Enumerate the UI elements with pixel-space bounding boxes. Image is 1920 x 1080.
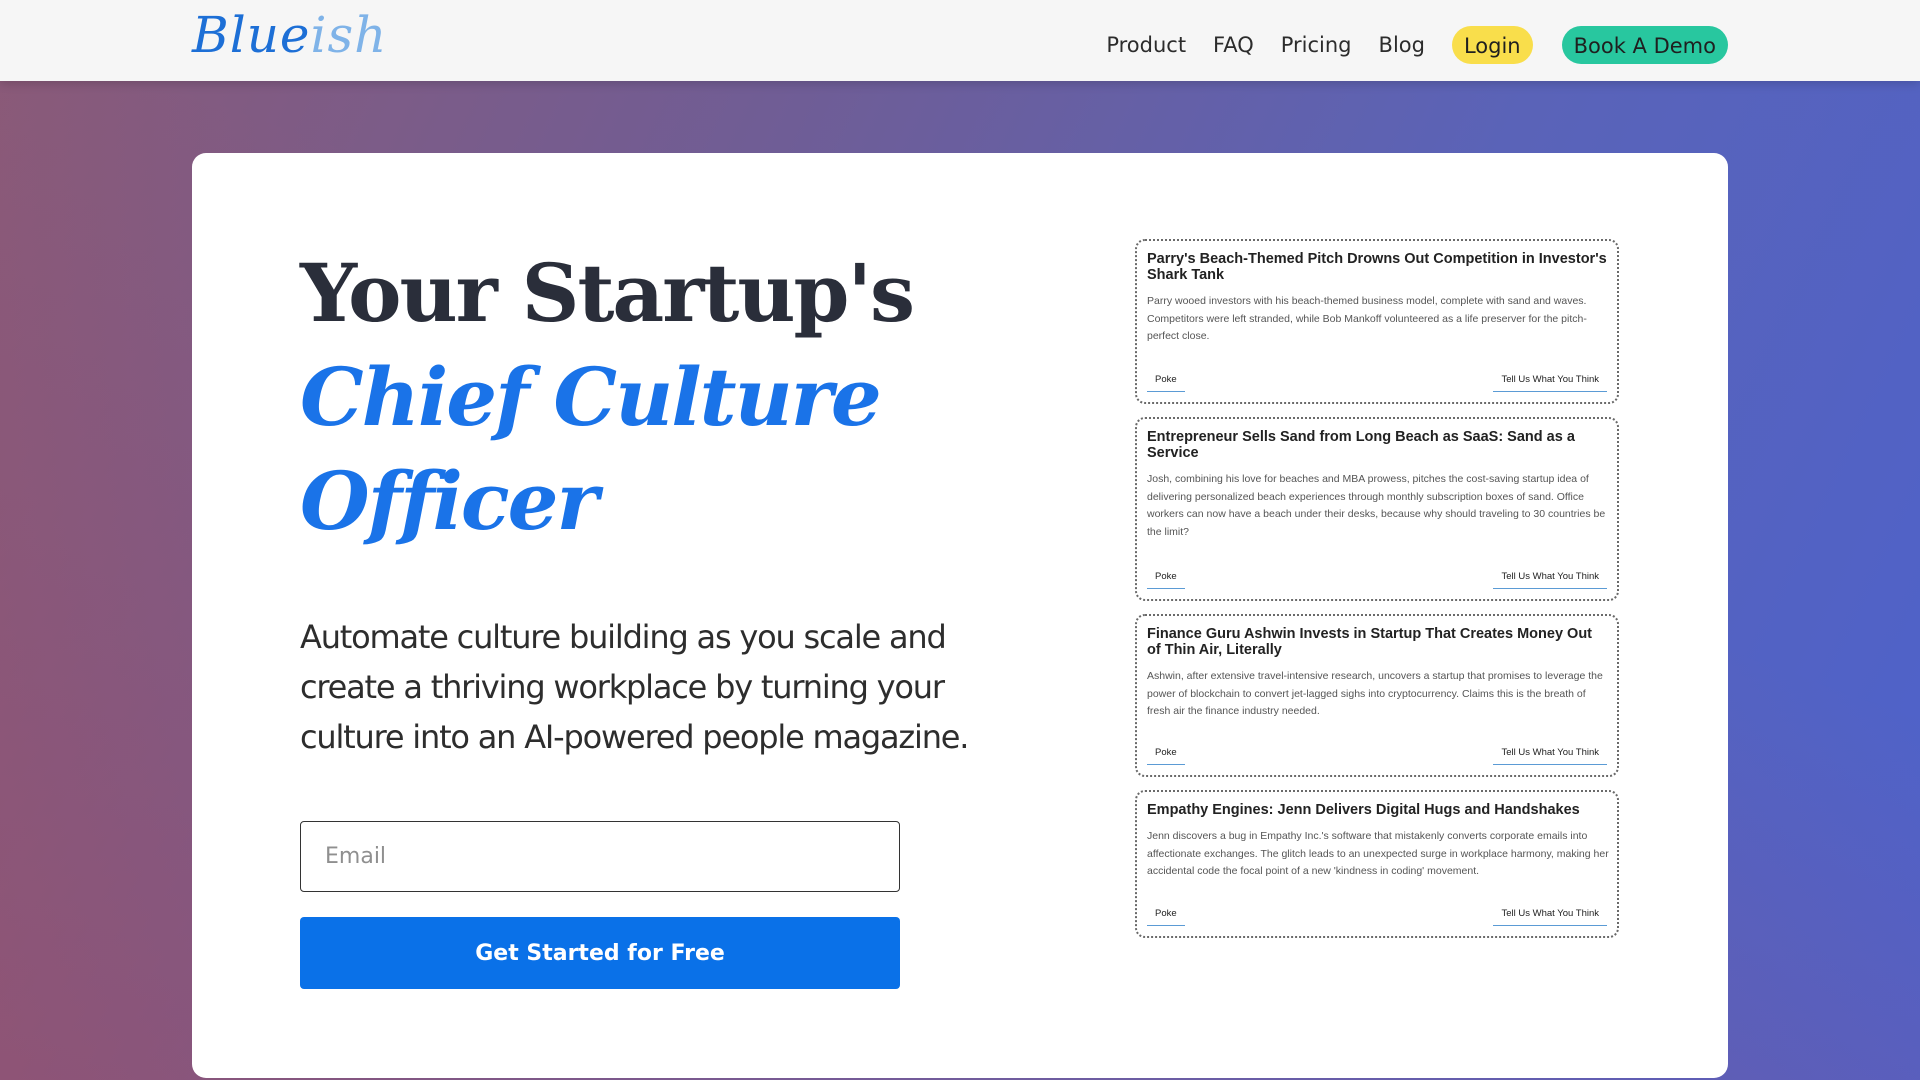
book-demo-button[interactable]: Book A Demo (1561, 26, 1728, 64)
poke-button[interactable]: Poke (1147, 571, 1185, 589)
feedback-button[interactable]: Tell Us What You Think (1493, 747, 1607, 765)
poke-button[interactable]: Poke (1147, 374, 1185, 392)
hero-subtext: Automate culture building as you scale a… (300, 618, 969, 756)
article-actions: Poke Tell Us What You Think (1147, 571, 1607, 589)
feedback-button[interactable]: Tell Us What You Think (1493, 908, 1607, 926)
logo-text-tail: ish (310, 6, 388, 64)
login-button[interactable]: Login (1451, 26, 1533, 64)
article-title: Finance Guru Ashwin Invests in Startup T… (1147, 626, 1593, 658)
nav-pricing[interactable]: Pricing (1281, 33, 1352, 57)
article-title: Parry's Beach-Themed Pitch Drowns Out Co… (1147, 251, 1607, 283)
article-title: Empathy Engines: Jenn Delivers Digital H… (1147, 802, 1580, 818)
headline-line-1: Your Startup's (300, 246, 915, 340)
main-nav: Product FAQ Pricing Blog Login Book A De… (1106, 24, 1728, 66)
article-card: Parry's Beach-Themed Pitch Drowns Out Co… (1135, 239, 1619, 404)
article-actions: Poke Tell Us What You Think (1147, 908, 1607, 926)
magazine-articles: Parry's Beach-Themed Pitch Drowns Out Co… (1135, 239, 1619, 938)
headline-line-2: Chief Culture (300, 350, 882, 444)
nav-product[interactable]: Product (1106, 33, 1186, 57)
article-title: Entrepreneur Sells Sand from Long Beach … (1147, 429, 1575, 461)
article-body: Parry wooed investors with his beach-the… (1147, 295, 1587, 343)
poke-button[interactable]: Poke (1147, 747, 1185, 765)
poke-button[interactable]: Poke (1147, 908, 1185, 926)
article-card: Entrepreneur Sells Sand from Long Beach … (1135, 417, 1619, 601)
article-actions: Poke Tell Us What You Think (1147, 747, 1607, 765)
article-body: Jenn discovers a bug in Empathy Inc.'s s… (1147, 830, 1609, 878)
email-input[interactable] (300, 821, 900, 892)
bluish-logo[interactable]: Blueish (192, 6, 387, 64)
site-header: Blueish Product FAQ Pricing Blog Login B… (0, 0, 1920, 81)
article-actions: Poke Tell Us What You Think (1147, 374, 1607, 392)
hero-headline: Your Startup's Chief Culture Officer (300, 241, 915, 553)
article-body: Ashwin, after extensive travel-intensive… (1147, 670, 1603, 718)
article-card: Finance Guru Ashwin Invests in Startup T… (1135, 614, 1619, 777)
get-started-button[interactable]: Get Started for Free (300, 917, 900, 989)
article-card: Empathy Engines: Jenn Delivers Digital H… (1135, 790, 1619, 938)
feedback-button[interactable]: Tell Us What You Think (1493, 374, 1607, 392)
nav-faq[interactable]: FAQ (1213, 33, 1254, 57)
logo-text-main: Blue (192, 6, 311, 64)
nav-blog[interactable]: Blog (1379, 33, 1425, 57)
article-body: Josh, combining his love for beaches and… (1147, 473, 1606, 538)
hero-card: Your Startup's Chief Culture Officer Aut… (192, 153, 1728, 1078)
feedback-button[interactable]: Tell Us What You Think (1493, 571, 1607, 589)
headline-line-3: Officer (300, 454, 599, 548)
